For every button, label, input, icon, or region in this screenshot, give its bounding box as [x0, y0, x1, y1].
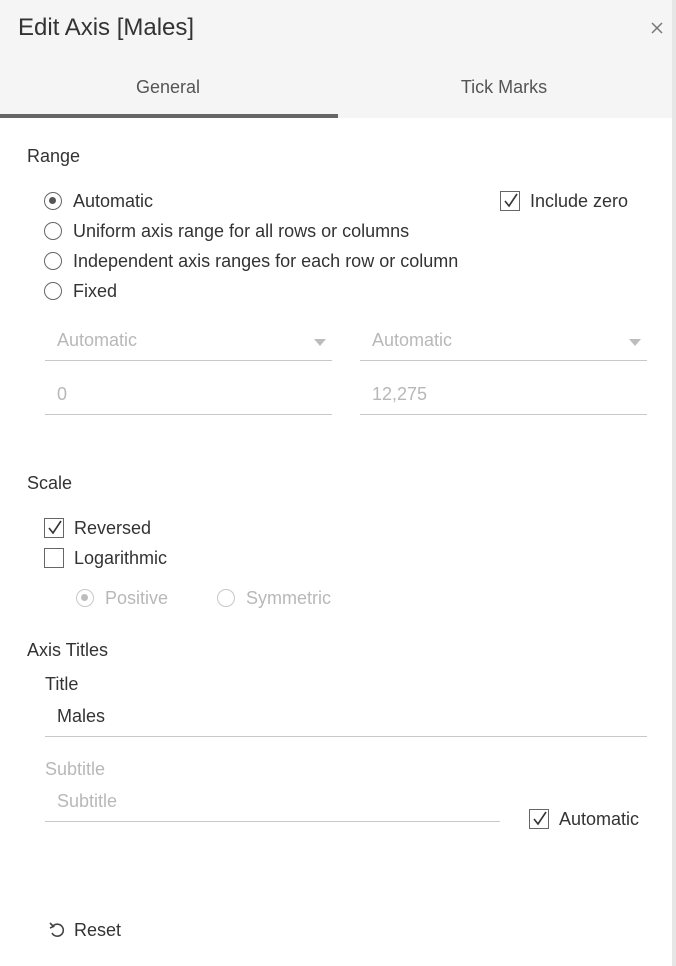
tab-tick-marks-label: Tick Marks [460, 77, 548, 97]
undo-icon [49, 922, 65, 937]
subtitle-automatic-checkbox[interactable]: Automatic [529, 807, 639, 831]
subtitle-input[interactable]: Subtitle [45, 785, 500, 822]
dialog-header: Edit Axis [Males] [0, 0, 672, 62]
chevron-down-icon [629, 339, 641, 346]
positive-radio[interactable]: Positive [76, 586, 168, 610]
tab-tick-marks[interactable]: Tick Marks [336, 62, 672, 118]
logarithmic-checkbox[interactable]: Logarithmic [44, 546, 167, 570]
range-uniform-radio[interactable]: Uniform axis range for all rows or colum… [44, 219, 409, 243]
dialog-right-border [672, 0, 676, 966]
reversed-label: Reversed [74, 517, 152, 538]
checkmark-icon [504, 193, 518, 208]
dialog-title: Edit Axis [Males] [18, 14, 195, 41]
radio-indicator [44, 252, 62, 270]
logarithmic-label: Logarithmic [74, 547, 168, 568]
reversed-checkbox[interactable]: Reversed [44, 516, 151, 540]
tab-bar: General Tick Marks [0, 62, 672, 118]
range-start-dropdown[interactable]: Automatic [45, 324, 332, 361]
close-button[interactable] [643, 14, 671, 42]
radio-indicator [44, 282, 62, 300]
checkbox-box [500, 191, 520, 211]
axis-titles-heading: Axis Titles [27, 640, 109, 660]
range-independent-radio[interactable]: Independent axis ranges for each row or … [44, 249, 458, 273]
range-start-value: 0 [57, 384, 68, 404]
chevron-down-icon [314, 339, 326, 346]
subtitle-automatic-label: Automatic [559, 808, 640, 829]
checkbox-box [529, 809, 549, 829]
symmetric-label: Symmetric [246, 587, 331, 608]
range-uniform-label: Uniform axis range for all rows or colum… [73, 220, 410, 241]
radio-indicator [217, 589, 235, 607]
checkmark-icon [48, 520, 62, 535]
scale-heading: Scale [27, 473, 73, 493]
symmetric-radio[interactable]: Symmetric [217, 586, 331, 610]
subtitle-label: Subtitle [45, 759, 106, 779]
subtitle-placeholder: Subtitle [57, 791, 118, 811]
title-label: Title [45, 674, 79, 694]
include-zero-checkbox[interactable]: Include zero [500, 189, 628, 213]
range-fixed-label: Fixed [73, 280, 118, 301]
range-fixed-radio[interactable]: Fixed [44, 279, 117, 303]
positive-label: Positive [105, 587, 169, 608]
range-end-dropdown[interactable]: Automatic [360, 324, 647, 361]
title-input[interactable]: Males [45, 700, 647, 737]
include-zero-label: Include zero [530, 190, 629, 211]
reset-label: Reset [74, 919, 122, 940]
range-automatic-radio[interactable]: Automatic [44, 189, 153, 213]
tab-general-label: General [135, 77, 201, 97]
close-icon [651, 22, 663, 34]
title-input-value: Males [57, 706, 106, 726]
range-end-value: 12,275 [372, 384, 428, 404]
checkbox-box [44, 548, 64, 568]
radio-indicator [44, 222, 62, 240]
checkbox-box [44, 518, 64, 538]
radio-indicator [76, 589, 94, 607]
range-independent-label: Independent axis ranges for each row or … [73, 250, 459, 271]
range-end-input[interactable]: 12,275 [360, 378, 647, 415]
range-heading: Range [27, 146, 81, 166]
range-automatic-label: Automatic [73, 190, 154, 211]
range-start-input[interactable]: 0 [45, 378, 332, 415]
radio-indicator [44, 192, 62, 210]
checkmark-icon [533, 811, 547, 826]
range-start-dropdown-value: Automatic [57, 330, 138, 350]
tab-general[interactable]: General [0, 62, 338, 118]
active-tab-indicator [0, 114, 338, 118]
range-end-dropdown-value: Automatic [372, 330, 453, 350]
edit-axis-dialog: Edit Axis [Males] General Tick Marks Ran… [0, 0, 672, 966]
reset-button[interactable]: Reset [48, 917, 121, 943]
